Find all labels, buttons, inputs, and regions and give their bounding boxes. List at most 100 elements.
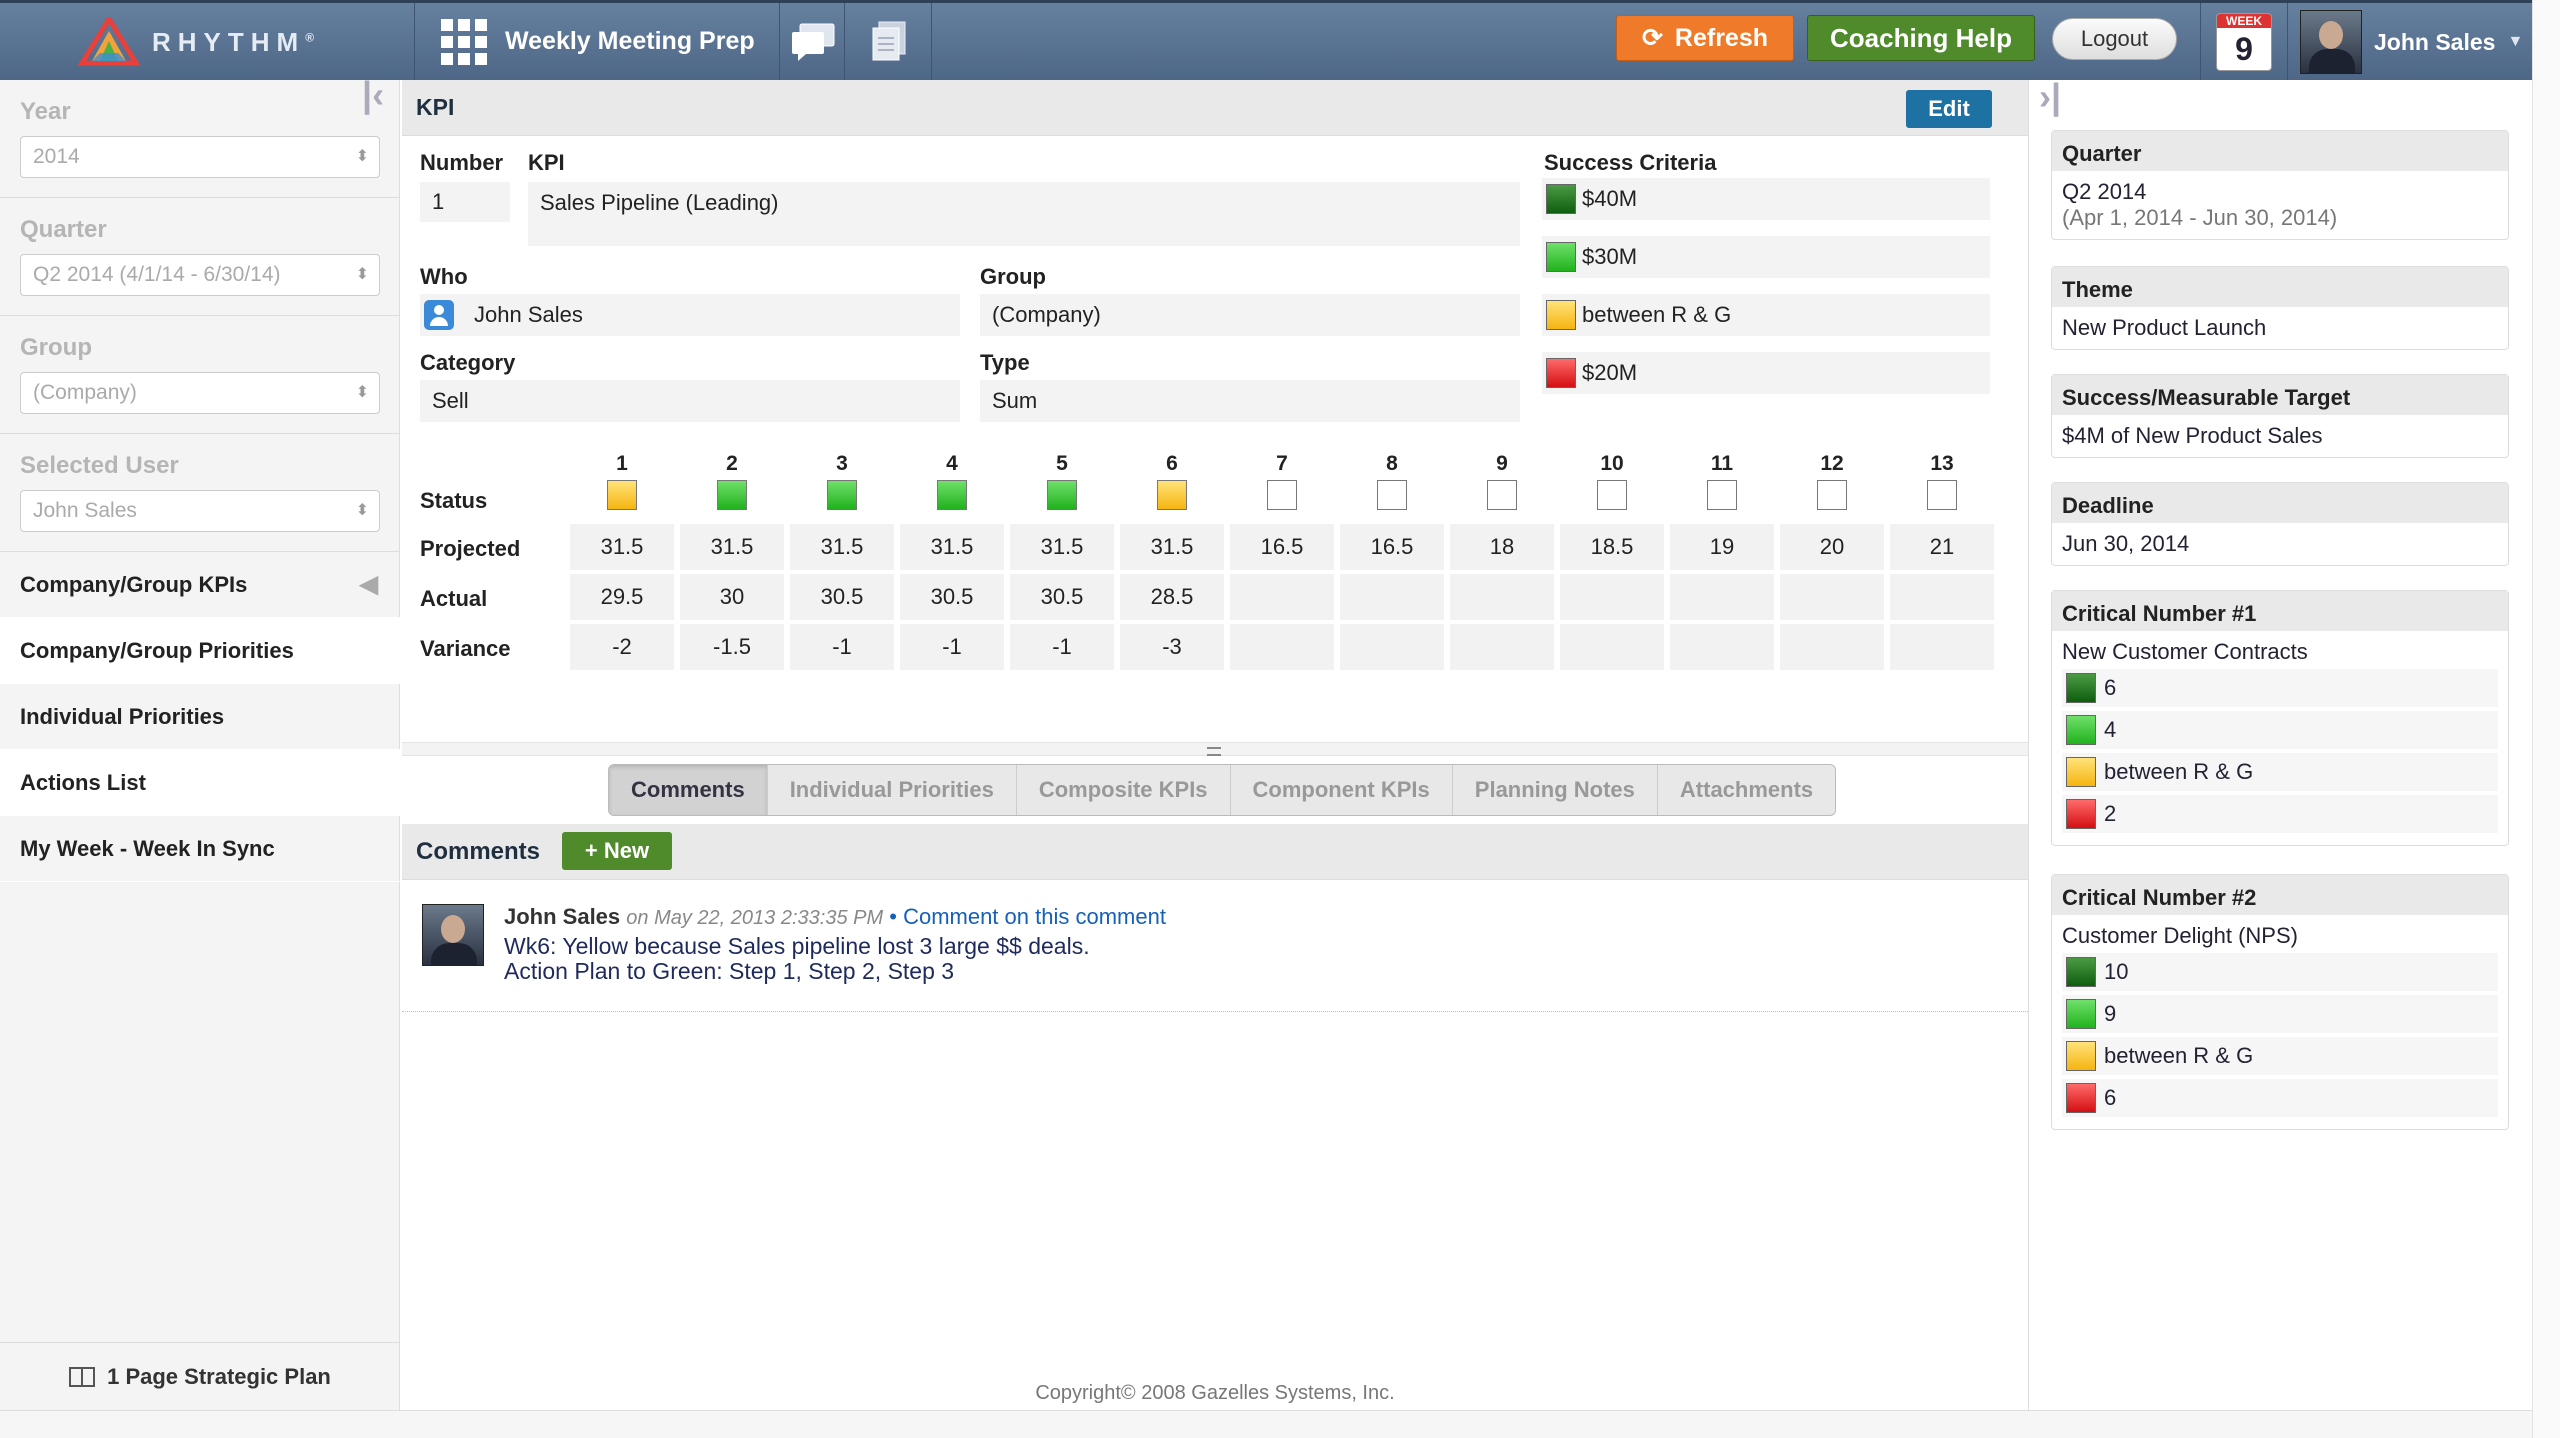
quarter-value: Q2 2014 [2062, 179, 2147, 204]
actual-cell[interactable] [1890, 574, 1994, 620]
variance-cell: -3 [1120, 624, 1224, 670]
type-label: Type [980, 350, 1030, 375]
refresh-button[interactable]: ⟳ Refresh [1616, 15, 1794, 61]
group-value: (Company) [980, 294, 1520, 336]
weekly-meeting-prep-menu[interactable]: Weekly Meeting Prep [416, 3, 780, 80]
quarter-select[interactable]: Q2 2014 (4/1/14 - 6/30/14) [20, 254, 380, 296]
week-status-green[interactable] [937, 480, 967, 510]
projected-cell: 16.5 [1230, 524, 1334, 570]
actual-cell[interactable] [1670, 574, 1774, 620]
grid-menu-icon [441, 18, 487, 65]
critical-number-value: 10 [2104, 959, 2129, 984]
actual-cell[interactable]: 30 [680, 574, 784, 620]
status-dark-green-icon [1546, 184, 1576, 214]
sidebar-item-company-group-kpis[interactable]: Company/Group KPIs ◀ [0, 552, 400, 618]
week-column-header: 12 [1820, 452, 1844, 475]
strategic-plan-link[interactable]: 1 Page Strategic Plan [0, 1342, 400, 1410]
group-field: Group (Company) [0, 316, 400, 434]
sidebar-item-individual-priorities[interactable]: Individual Priorities [0, 684, 400, 750]
tab-attachments[interactable]: Attachments [1658, 765, 1835, 815]
sidebar-item-actions-list[interactable]: Actions List [0, 750, 400, 816]
tab-comments[interactable]: Comments [609, 765, 768, 815]
coaching-help-button[interactable]: Coaching Help [1807, 15, 2035, 61]
week-status-empty[interactable] [1487, 480, 1517, 510]
week-status-empty[interactable] [1377, 480, 1407, 510]
actual-cell[interactable]: 30.5 [790, 574, 894, 620]
collapse-right-icon[interactable]: ›| [2039, 76, 2061, 118]
deadline-card: Deadline Jun 30, 2014 [2051, 482, 2509, 566]
documents-button[interactable] [846, 3, 932, 80]
variance-cell: -2 [570, 624, 674, 670]
tab-planning-notes[interactable]: Planning Notes [1453, 765, 1658, 815]
comment-reply-link[interactable]: • Comment on this comment [889, 904, 1166, 929]
tab-component-kpis[interactable]: Component KPIs [1231, 765, 1453, 815]
brand-name: RHYTHM® [152, 27, 315, 57]
pane-splitter[interactable] [402, 742, 2028, 756]
status-dark-green-icon [2066, 957, 2096, 987]
logout-button[interactable]: Logout [2052, 18, 2177, 60]
week-indicator[interactable]: WEEK 9 [2200, 3, 2288, 80]
rhythm-logo[interactable]: RHYTHM® [0, 3, 415, 80]
variance-cell [1340, 624, 1444, 670]
week-status-empty[interactable] [1927, 480, 1957, 510]
right-panel: ›| Quarter Q2 2014 (Apr 1, 2014 - Jun 30… [2028, 76, 2532, 1410]
week-column-header: 11 [1710, 452, 1734, 475]
kpi-header: KPI Edit [402, 80, 2028, 136]
week-status-yellow[interactable] [607, 480, 637, 510]
week-status-empty[interactable] [1707, 480, 1737, 510]
group-select[interactable]: (Company) [20, 372, 380, 414]
user-avatar [2300, 10, 2362, 74]
actual-cell[interactable]: 30.5 [900, 574, 1004, 620]
projected-cell: 31.5 [680, 524, 784, 570]
sidebar-item-my-week[interactable]: My Week - Week In Sync [0, 816, 400, 882]
edit-button[interactable]: Edit [1906, 90, 1992, 128]
variance-cell: -1 [790, 624, 894, 670]
tab-individual-priorities[interactable]: Individual Priorities [768, 765, 1017, 815]
week-status-green[interactable] [717, 480, 747, 510]
chat-button[interactable] [781, 3, 845, 80]
collapse-left-icon[interactable]: |‹ [362, 74, 384, 116]
week-status-empty[interactable] [1817, 480, 1847, 510]
page-scrollbar[interactable] [2532, 0, 2560, 1438]
year-label: Year [20, 98, 71, 125]
tab-composite-kpis[interactable]: Composite KPIs [1017, 765, 1231, 815]
variance-cell [1670, 624, 1774, 670]
week-status-green[interactable] [1047, 480, 1077, 510]
sidebar-item-label: Actions List [20, 770, 146, 795]
deadline-value: Jun 30, 2014 [2062, 531, 2190, 556]
year-select[interactable]: 2014 [20, 136, 380, 178]
refresh-icon: ⟳ [1641, 24, 1663, 52]
actual-cell[interactable]: 28.5 [1120, 574, 1224, 620]
new-comment-button[interactable]: + New [562, 832, 672, 870]
critical-number-row: between R & G [2062, 753, 2498, 791]
projected-cell: 31.5 [570, 524, 674, 570]
actual-cell[interactable] [1340, 574, 1444, 620]
actual-cell[interactable] [1560, 574, 1664, 620]
user-menu[interactable]: John Sales ▼ [2300, 9, 2523, 75]
status-green-icon [1546, 242, 1576, 272]
week-status-empty[interactable] [1597, 480, 1627, 510]
card-title: Quarter [2052, 131, 2508, 171]
user-icon [424, 300, 454, 330]
week-status-empty[interactable] [1267, 480, 1297, 510]
actual-cell[interactable]: 29.5 [570, 574, 674, 620]
sidebar-item-company-group-priorities[interactable]: Company/Group Priorities [0, 618, 400, 684]
critical-number-value: 6 [2104, 675, 2117, 700]
selected-user-select[interactable]: John Sales [20, 490, 380, 532]
projected-cell: 31.5 [900, 524, 1004, 570]
actual-cell[interactable] [1780, 574, 1884, 620]
documents-icon [872, 21, 905, 60]
critical-number-2-card: Critical Number #2 Customer Delight (NPS… [2051, 874, 2509, 1130]
rhythm-logo-icon [78, 17, 140, 66]
critical-number-value: between R & G [2104, 759, 2254, 784]
week-status-green[interactable] [827, 480, 857, 510]
type-value: Sum [980, 380, 1520, 422]
detail-tabs: Comments Individual Priorities Composite… [608, 764, 1837, 816]
quarter-card: Quarter Q2 2014 (Apr 1, 2014 - Jun 30, 2… [2051, 130, 2509, 240]
variance-cell: -1.5 [680, 624, 784, 670]
comments-header: Comments + New [402, 824, 2028, 880]
actual-cell[interactable] [1230, 574, 1334, 620]
week-status-yellow[interactable] [1157, 480, 1187, 510]
actual-cell[interactable] [1450, 574, 1554, 620]
actual-cell[interactable]: 30.5 [1010, 574, 1114, 620]
